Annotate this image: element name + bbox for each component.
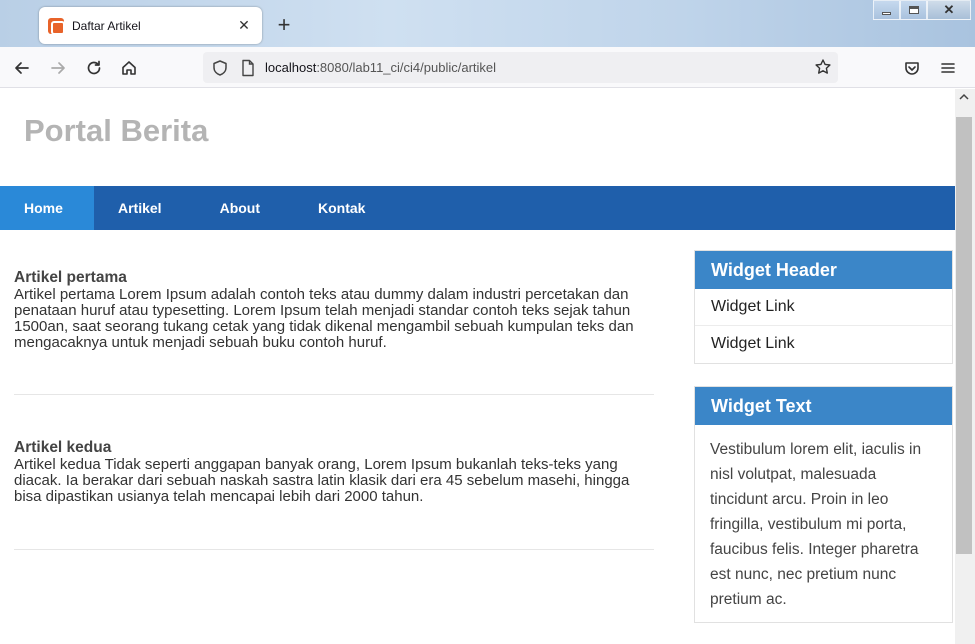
window-controls: ✕ bbox=[873, 0, 971, 20]
back-button[interactable] bbox=[9, 55, 35, 81]
close-window-button[interactable]: ✕ bbox=[927, 0, 971, 20]
url-host: localhost bbox=[265, 60, 317, 75]
pocket-icon bbox=[905, 62, 919, 75]
home-icon bbox=[122, 61, 136, 75]
page-viewport: Portal Berita Home Artikel About Kontak … bbox=[0, 89, 955, 644]
page-icon[interactable] bbox=[240, 59, 256, 77]
widget-link[interactable]: Widget Link bbox=[695, 326, 952, 363]
widget-text: Widget Text Vestibulum lorem elit, iacul… bbox=[694, 386, 953, 623]
hamburger-menu-icon bbox=[941, 63, 955, 73]
site-navigation: Home Artikel About Kontak bbox=[0, 186, 955, 230]
article-body: Artikel pertama Lorem Ipsum adalah conto… bbox=[14, 286, 634, 351]
sidebar: Widget Header Widget Link Widget Link Wi… bbox=[694, 250, 953, 644]
tab-title: Daftar Artikel bbox=[72, 18, 141, 33]
maximize-button[interactable] bbox=[900, 0, 927, 20]
reload-button[interactable] bbox=[81, 55, 107, 81]
new-tab-button[interactable]: + bbox=[271, 12, 297, 38]
back-arrow-icon bbox=[15, 62, 29, 74]
widget-link[interactable]: Widget Link bbox=[695, 289, 952, 326]
tab-close-icon[interactable]: ✕ bbox=[232, 17, 256, 34]
article-title[interactable]: Artikel kedua bbox=[14, 439, 654, 457]
menu-button[interactable] bbox=[935, 55, 961, 81]
browser-tab-daftar-artikel[interactable]: Daftar Artikel ✕ bbox=[39, 7, 262, 44]
article-body: Artikel kedua Tidak seperti anggapan ban… bbox=[14, 456, 630, 505]
nav-artikel[interactable]: Artikel bbox=[94, 186, 196, 230]
article-item: Artikel pertama Artikel pertama Lorem Ip… bbox=[14, 230, 654, 395]
nav-kontak[interactable]: Kontak bbox=[294, 186, 399, 230]
url-text[interactable]: localhost:8080/lab11_ci/ci4/public/artik… bbox=[265, 60, 496, 75]
forward-button[interactable] bbox=[45, 55, 71, 81]
address-bar[interactable]: localhost:8080/lab11_ci/ci4/public/artik… bbox=[203, 52, 838, 83]
site-header: Portal Berita bbox=[0, 89, 955, 186]
widget-links: Widget Header Widget Link Widget Link bbox=[694, 250, 953, 364]
nav-home[interactable]: Home bbox=[0, 186, 94, 230]
minimize-button[interactable] bbox=[873, 0, 900, 20]
widget-text-body: Vestibulum lorem elit, iaculis in nisl v… bbox=[710, 441, 922, 608]
scrollbar-thumb[interactable] bbox=[956, 117, 972, 554]
widget-header-title: Widget Header bbox=[695, 251, 952, 289]
shield-icon[interactable] bbox=[211, 59, 229, 77]
widget-text-title: Widget Text bbox=[695, 387, 952, 425]
pocket-button[interactable] bbox=[899, 55, 925, 81]
site-title: Portal Berita bbox=[24, 113, 209, 148]
article-list: Artikel pertama Artikel pertama Lorem Ip… bbox=[14, 230, 654, 550]
url-path: :8080/lab11_ci/ci4/public/artikel bbox=[316, 60, 497, 75]
bookmark-star-icon[interactable] bbox=[814, 58, 832, 76]
close-icon: ✕ bbox=[943, 2, 955, 17]
xampp-favicon-icon bbox=[48, 17, 65, 35]
minimize-icon bbox=[882, 11, 891, 15]
scroll-up-arrow-icon[interactable] bbox=[958, 92, 970, 105]
home-button[interactable] bbox=[116, 55, 142, 81]
article-title[interactable]: Artikel pertama bbox=[14, 269, 654, 287]
reload-icon bbox=[87, 60, 101, 75]
article-item: Artikel kedua Artikel kedua Tidak sepert… bbox=[14, 395, 654, 550]
forward-arrow-icon bbox=[51, 62, 65, 74]
maximize-icon bbox=[908, 6, 919, 14]
browser-title-bar: Daftar Artikel ✕ + ✕ bbox=[0, 0, 975, 47]
nav-about[interactable]: About bbox=[196, 186, 294, 230]
